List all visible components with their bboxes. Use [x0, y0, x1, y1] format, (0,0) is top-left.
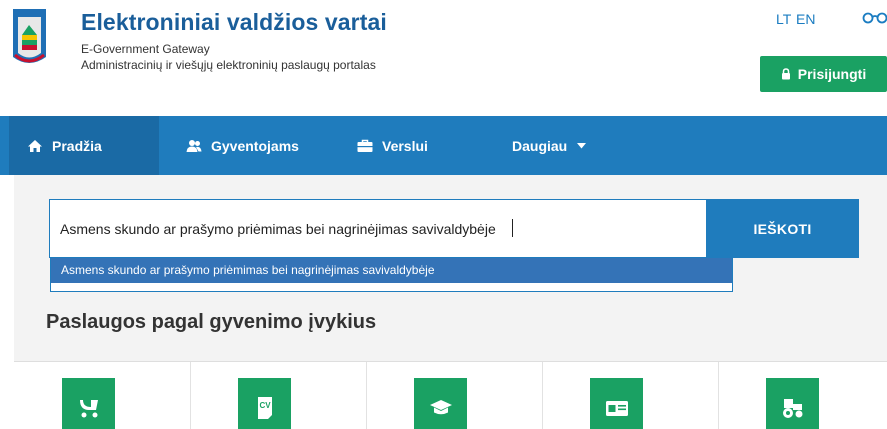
nav-item-business[interactable]: Verslui — [357, 116, 428, 175]
id-card-icon[interactable] — [590, 378, 643, 429]
lock-icon — [781, 68, 790, 80]
svg-text:CV: CV — [259, 401, 271, 410]
nav-item-label: Gyventojams — [211, 137, 299, 154]
tractor-icon[interactable] — [766, 378, 819, 429]
site-subtitle: E-Government Gateway — [81, 42, 210, 56]
nav-item-home[interactable]: Pradžia — [9, 116, 159, 175]
main-navigation: Pradžia Gyventojams Verslui Daugiau — [0, 116, 887, 175]
nav-item-more-dropdown[interactable]: Daugiau — [512, 116, 587, 175]
site-header: Elektroniniai valdžios vartai E-Governme… — [0, 0, 887, 116]
language-en-link[interactable]: EN — [796, 11, 815, 27]
nav-item-residents[interactable]: Gyventojams — [186, 116, 299, 175]
site-title[interactable]: Elektroniniai valdžios vartai — [81, 9, 387, 36]
site-description: Administracinių ir viešųjų elektroninių … — [81, 58, 376, 72]
text-cursor — [512, 219, 513, 237]
home-icon — [28, 139, 42, 152]
login-label: Prisijungti — [797, 66, 867, 82]
coat-of-arms-logo-icon[interactable] — [11, 7, 48, 69]
graduation-cap-icon[interactable] — [414, 378, 467, 429]
search-input[interactable]: Asmens skundo ar prašymo priėmimas bei n… — [60, 221, 496, 237]
stroller-icon[interactable] — [62, 378, 115, 429]
users-icon — [186, 139, 202, 152]
language-lt-link[interactable]: LT — [776, 11, 791, 27]
glasses-icon[interactable] — [862, 10, 887, 24]
nav-item-label: Pradžia — [52, 137, 102, 154]
login-button[interactable]: Prisijungti — [760, 56, 887, 92]
caret-down-icon — [577, 142, 587, 148]
autocomplete-suggestion[interactable]: Asmens skundo ar prašymo priėmimas bei n… — [51, 258, 732, 283]
briefcase-icon — [357, 139, 373, 152]
nav-item-label: Daugiau — [512, 137, 568, 154]
section-title: Paslaugos pagal gyvenimo įvykius — [46, 311, 377, 333]
search-button[interactable]: IEŠKOTI — [706, 199, 859, 258]
cv-icon[interactable]: CV — [238, 378, 291, 429]
nav-item-label: Verslui — [382, 137, 428, 154]
